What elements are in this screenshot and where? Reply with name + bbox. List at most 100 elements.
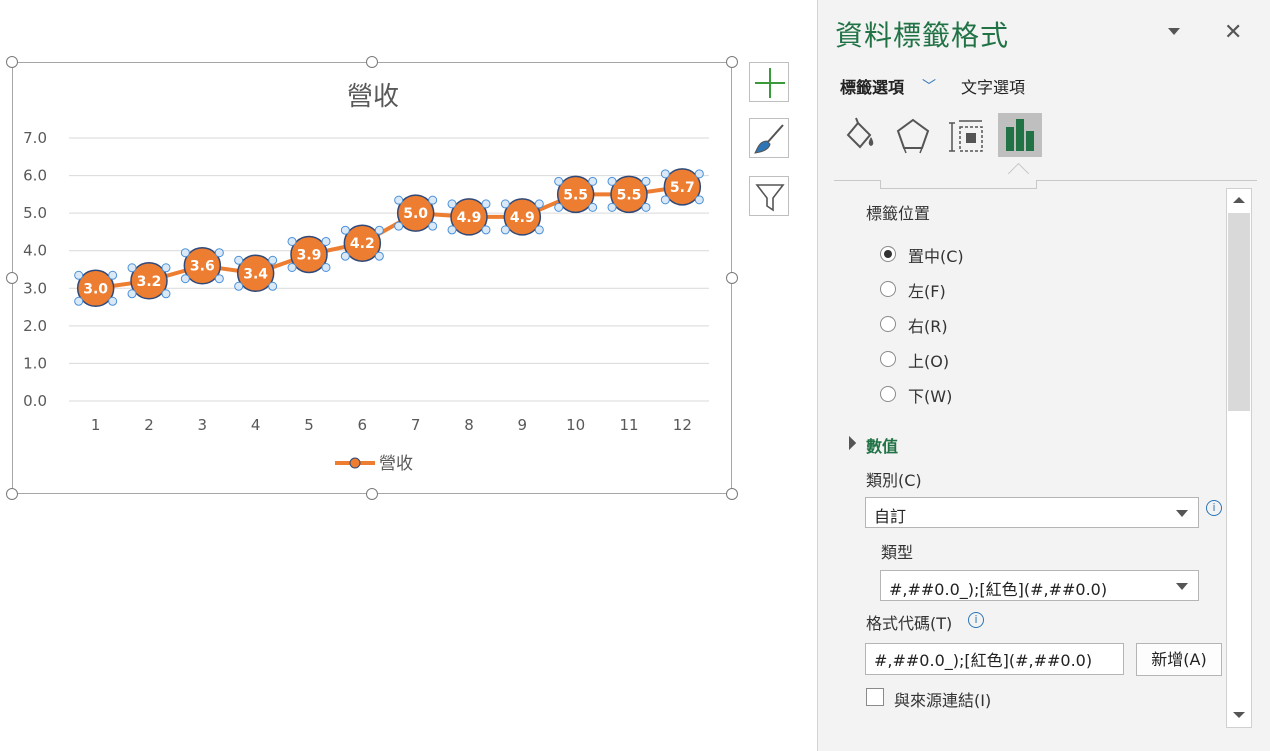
data-label[interactable]: 5.5 [617, 187, 642, 203]
data-label[interactable]: 5.0 [403, 206, 428, 222]
data-label[interactable]: 3.9 [297, 247, 322, 263]
label-selection-handle[interactable] [127, 289, 137, 299]
chart-area[interactable]: 營收 0.0 1.0 2.0 3.0 4.0 5.0 6.0 7.0 1 2 3 4 5 6 7 8 9 10 11 1… [12, 62, 732, 494]
label-options-tab[interactable] [998, 113, 1042, 157]
radio-button[interactable] [880, 386, 896, 402]
series-line[interactable] [95, 184, 683, 291]
add-button[interactable]: 新增(A) [1136, 643, 1222, 676]
label-selection-handle[interactable] [607, 202, 617, 212]
type-select[interactable]: #,##0.0_);[紅色](#,##0.0) [880, 570, 1199, 601]
label-selection-handle[interactable] [287, 236, 297, 246]
label-selection-handle[interactable] [374, 251, 384, 261]
label-selection-handle[interactable] [447, 225, 457, 235]
resize-handle-bottom-right[interactable] [726, 488, 738, 500]
label-selection-handle[interactable] [428, 221, 438, 231]
scroll-down-arrow-icon[interactable] [1227, 703, 1251, 727]
radio-button[interactable] [880, 316, 896, 332]
resize-handle-top[interactable] [366, 56, 378, 68]
label-selection-handle[interactable] [500, 199, 510, 209]
label-selection-handle[interactable] [74, 270, 84, 280]
resize-handle-top-left[interactable] [6, 56, 18, 68]
label-selection-handle[interactable] [340, 225, 350, 235]
category-select[interactable]: 自訂 [865, 497, 1199, 528]
resize-handle-left[interactable] [6, 272, 18, 284]
resize-handle-bottom-left[interactable] [6, 488, 18, 500]
scroll-up-arrow-icon[interactable] [1227, 189, 1251, 213]
label-selection-handle[interactable] [108, 296, 118, 306]
label-selection-handle[interactable] [534, 199, 544, 209]
label-selection-handle[interactable] [394, 195, 404, 205]
label-selection-handle[interactable] [694, 169, 704, 179]
label-selection-handle[interactable] [534, 225, 544, 235]
pane-scrollbar[interactable] [1226, 188, 1252, 728]
info-icon[interactable]: i [968, 612, 984, 628]
label-selection-handle[interactable] [447, 199, 457, 209]
label-selection-handle[interactable] [588, 202, 598, 212]
label-selection-handle[interactable] [428, 195, 438, 205]
label-selection-handle[interactable] [607, 176, 617, 186]
number-section-heading[interactable]: 數值 [866, 433, 898, 457]
data-label[interactable]: 4.2 [350, 236, 375, 252]
resize-handle-bottom[interactable] [366, 488, 378, 500]
label-selection-handle[interactable] [340, 251, 350, 261]
label-selection-handle[interactable] [321, 236, 331, 246]
label-selection-handle[interactable] [127, 263, 137, 273]
data-label[interactable]: 5.7 [670, 180, 695, 196]
data-label[interactable]: 3.2 [137, 274, 162, 290]
label-selection-handle[interactable] [694, 195, 704, 205]
label-selection-handle[interactable] [161, 263, 171, 273]
label-selection-handle[interactable] [588, 176, 598, 186]
collapse-triangle-icon[interactable] [841, 435, 857, 451]
label-selection-handle[interactable] [180, 248, 190, 258]
label-selection-handle[interactable] [214, 248, 224, 258]
resize-handle-right[interactable] [726, 272, 738, 284]
label-selection-handle[interactable] [374, 225, 384, 235]
data-label[interactable]: 3.6 [190, 259, 215, 275]
chart-filters-button[interactable] [749, 176, 789, 216]
label-selection-handle[interactable] [481, 199, 491, 209]
label-selection-handle[interactable] [287, 262, 297, 272]
effects-tab[interactable] [891, 113, 935, 157]
data-label[interactable]: 4.9 [510, 210, 535, 226]
label-selection-handle[interactable] [660, 195, 670, 205]
label-selection-handle[interactable] [214, 274, 224, 284]
radio-button[interactable] [880, 351, 896, 367]
radio-button[interactable] [880, 246, 896, 262]
label-selection-handle[interactable] [660, 169, 670, 179]
data-label[interactable]: 4.9 [457, 210, 482, 226]
label-selection-handle[interactable] [554, 176, 564, 186]
label-selection-handle[interactable] [481, 225, 491, 235]
resize-handle-top-right[interactable] [726, 56, 738, 68]
label-selection-handle[interactable] [234, 255, 244, 265]
label-selection-handle[interactable] [234, 281, 244, 291]
label-selection-handle[interactable] [321, 262, 331, 272]
label-selection-handle[interactable] [268, 281, 278, 291]
size-properties-tab[interactable] [944, 113, 988, 157]
tab-label-options[interactable]: 標籤選項 [840, 74, 904, 98]
label-selection-handle[interactable] [108, 270, 118, 280]
line-chart[interactable]: 營收0.01.02.03.04.05.06.07.01 2 3 4 5 6 7 8 9 10 11 1… [13, 63, 733, 495]
label-selection-handle[interactable] [394, 221, 404, 231]
label-selection-handle[interactable] [641, 176, 651, 186]
tab-text-options[interactable]: 文字選項 [961, 74, 1025, 98]
info-icon[interactable]: i [1206, 500, 1222, 516]
link-to-source-checkbox[interactable] [866, 688, 884, 706]
data-label[interactable]: 5.5 [563, 187, 588, 203]
chevron-down-icon[interactable]: ﹀ [922, 76, 936, 96]
label-selection-handle[interactable] [180, 274, 190, 284]
label-selection-handle[interactable] [500, 225, 510, 235]
label-selection-handle[interactable] [641, 202, 651, 212]
scroll-thumb[interactable] [1228, 213, 1250, 411]
radio-button[interactable] [880, 281, 896, 297]
data-label[interactable]: 3.0 [83, 281, 108, 297]
chart-elements-button[interactable] [749, 62, 789, 102]
chart-styles-button[interactable] [749, 118, 789, 158]
format-code-input[interactable] [865, 643, 1124, 675]
close-icon[interactable]: ✕ [1224, 20, 1242, 45]
data-label[interactable]: 3.4 [243, 266, 268, 282]
label-selection-handle[interactable] [268, 255, 278, 265]
label-selection-handle[interactable] [74, 296, 84, 306]
fill-line-tab[interactable] [838, 113, 882, 157]
pane-options-dropdown-icon[interactable] [1168, 28, 1180, 35]
label-selection-handle[interactable] [161, 289, 171, 299]
